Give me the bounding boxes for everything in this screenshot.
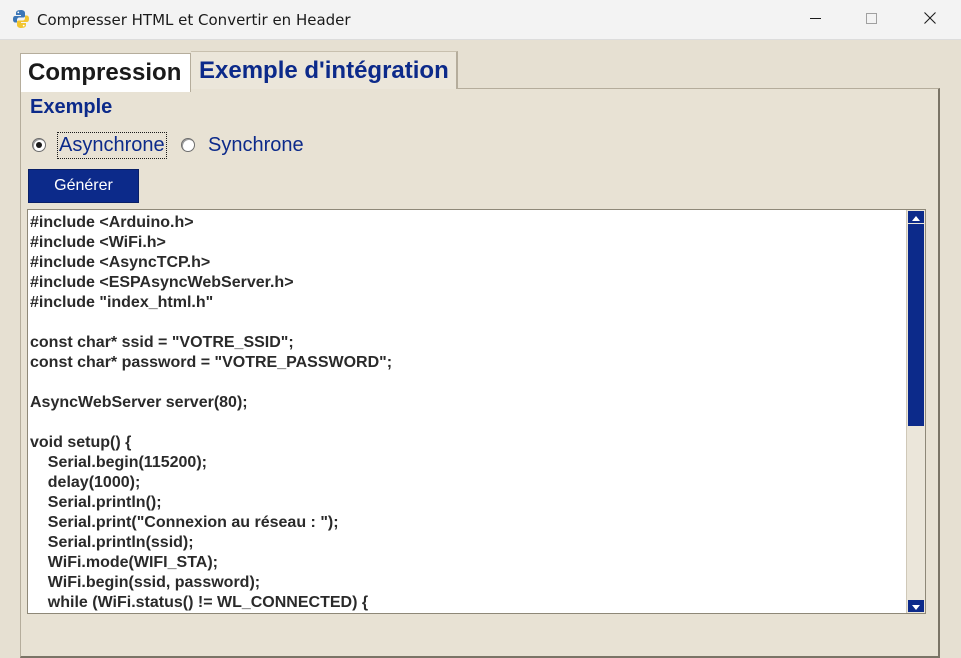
- scroll-thumb[interactable]: [908, 224, 924, 426]
- code-line: AsyncWebServer server(80);: [30, 394, 248, 411]
- generate-button[interactable]: Générer: [28, 169, 139, 203]
- tab-integration-example[interactable]: Exemple d'intégration: [191, 51, 458, 89]
- tab-label: Compression: [28, 59, 182, 86]
- code-line: while (WiFi.status() != WL_CONNECTED) {: [30, 594, 369, 611]
- code-line: #include <AsyncTCP.h>: [30, 254, 211, 271]
- maximize-button[interactable]: [843, 0, 899, 39]
- radio-asynchrone[interactable]: Asynchrone: [32, 131, 167, 159]
- tab-label: Exemple d'intégration: [199, 56, 449, 84]
- close-icon: [924, 11, 936, 29]
- minimize-icon: [809, 11, 821, 29]
- window-title: Compresser HTML et Convertir en Header: [37, 11, 351, 29]
- code-line: WiFi.mode(WIFI_STA);: [30, 554, 218, 571]
- code-line: Serial.print("Connexion au réseau : ");: [30, 514, 339, 531]
- code-line: Serial.println(ssid);: [30, 534, 194, 551]
- code-line: #include <ESPAsyncWebServer.h>: [30, 274, 294, 291]
- code-lines: #include <Arduino.h> #include <WiFi.h> #in…: [30, 213, 906, 613]
- close-button[interactable]: [902, 0, 958, 39]
- code-textarea[interactable]: #include <Arduino.h> #include <WiFi.h> #in…: [27, 209, 926, 614]
- maximize-icon: [865, 11, 877, 29]
- code-line: const char* password = "VOTRE_PASSWORD";: [30, 354, 393, 371]
- python-icon: [12, 9, 30, 29]
- minimize-button[interactable]: [787, 0, 843, 39]
- scroll-up-button[interactable]: [908, 211, 924, 223]
- code-line: Serial.println();: [30, 494, 162, 511]
- vertical-scrollbar[interactable]: [906, 210, 925, 613]
- code-line: WiFi.begin(ssid, password);: [30, 574, 261, 591]
- radio-label[interactable]: Asynchrone: [57, 131, 167, 159]
- radio-label[interactable]: Synchrone: [207, 133, 305, 158]
- code-line: const char* ssid = "VOTRE_SSID";: [30, 334, 294, 351]
- code-line: delay(1000);: [30, 474, 141, 491]
- tab-compression[interactable]: Compression: [20, 53, 191, 92]
- radio-checked-icon[interactable]: [32, 138, 46, 152]
- radio-synchrone[interactable]: Synchrone: [181, 131, 305, 159]
- code-line: #include <WiFi.h>: [30, 234, 166, 251]
- code-line: void setup() {: [30, 434, 132, 451]
- scroll-down-button[interactable]: [908, 600, 924, 612]
- arrow-down-icon: [912, 597, 920, 613]
- title-bar: Compresser HTML et Convertir en Header: [0, 0, 961, 40]
- code-line: Serial.begin(115200);: [30, 454, 207, 471]
- section-title: Exemple: [30, 96, 113, 118]
- radio-unchecked-icon[interactable]: [181, 138, 195, 152]
- code-line: #include "index_html.h": [30, 294, 214, 311]
- code-line: #include <Arduino.h>: [30, 214, 194, 231]
